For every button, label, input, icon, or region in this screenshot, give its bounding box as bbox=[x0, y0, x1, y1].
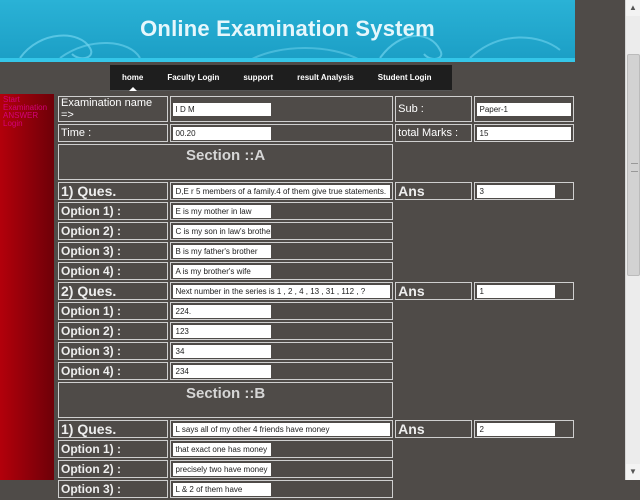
sidebar-link-login[interactable]: Login bbox=[3, 120, 51, 128]
table-row: 1) Ques. L says all of my other 4 friend… bbox=[58, 420, 574, 438]
table-row: Examination name => I D M Sub : Paper-1 bbox=[58, 96, 574, 122]
question-text-field[interactable]: Next number in the series is 1 , 2 , 4 ,… bbox=[172, 284, 391, 298]
nav-support[interactable]: support bbox=[231, 73, 285, 82]
table-row: Section ::B bbox=[58, 382, 574, 418]
time-field[interactable]: 00.20 bbox=[172, 126, 271, 140]
main-nav: home Faculty Login support result Analys… bbox=[110, 65, 452, 91]
option-label: Option 3) : bbox=[58, 342, 168, 360]
site-header: Online Examination System bbox=[0, 0, 575, 62]
answer-field[interactable]: 2 bbox=[476, 422, 555, 436]
total-marks-label: total Marks : bbox=[395, 124, 472, 142]
answer-field[interactable]: 3 bbox=[476, 184, 555, 198]
answer-field[interactable]: 1 bbox=[476, 284, 555, 298]
subject-field[interactable]: Paper-1 bbox=[476, 102, 571, 116]
table-row: 1) Ques. D,E r 5 members of a family.4 o… bbox=[58, 182, 574, 200]
option-field[interactable]: that exact one has money bbox=[172, 442, 271, 456]
answer-label: Ans bbox=[395, 182, 472, 200]
option-label: Option 2) : bbox=[58, 322, 168, 340]
option-field[interactable]: B is my father's brother bbox=[172, 244, 271, 258]
answer-label: Ans bbox=[395, 282, 472, 300]
time-label: Time : bbox=[58, 124, 168, 142]
left-sidebar: Start Examination ANSWER Login bbox=[0, 94, 54, 480]
option-field[interactable]: precisely two have money bbox=[172, 462, 271, 476]
option-field[interactable]: 224. bbox=[172, 304, 271, 318]
nav-faculty-login[interactable]: Faculty Login bbox=[155, 73, 231, 82]
answer-label: Ans bbox=[395, 420, 472, 438]
table-row: Option 1) : 224. bbox=[58, 302, 574, 320]
table-row: 2) Ques. Next number in the series is 1 … bbox=[58, 282, 574, 300]
question-text-field[interactable]: D,E r 5 members of a family.4 of them gi… bbox=[172, 184, 391, 198]
table-row: Option 1) : that exact one has money bbox=[58, 440, 574, 458]
nav-home[interactable]: home bbox=[110, 73, 155, 91]
table-row: Option 1) : E is my mother in law bbox=[58, 202, 574, 220]
header-gap bbox=[575, 0, 625, 62]
question-label: 1) Ques. bbox=[58, 420, 168, 438]
option-field[interactable]: 234 bbox=[172, 364, 271, 378]
header-band bbox=[0, 58, 575, 62]
option-field[interactable]: 34 bbox=[172, 344, 271, 358]
scroll-down-icon[interactable]: ▼ bbox=[626, 464, 640, 480]
option-field[interactable]: A is my brother's wife bbox=[172, 264, 271, 278]
exam-table: Examination name => I D M Sub : Paper-1 … bbox=[56, 94, 576, 500]
option-field[interactable]: E is my mother in law bbox=[172, 204, 271, 218]
table-row: Time : 00.20 total Marks : 15 bbox=[58, 124, 574, 142]
option-field[interactable]: L & 2 of them have bbox=[172, 482, 271, 496]
option-label: Option 1) : bbox=[58, 302, 168, 320]
scroll-thumb[interactable] bbox=[627, 54, 640, 276]
option-label: Option 2) : bbox=[58, 460, 168, 478]
option-label: Option 3) : bbox=[58, 242, 168, 260]
section-a-title: Section ::A bbox=[58, 144, 394, 180]
option-label: Option 4) : bbox=[58, 262, 168, 280]
scroll-up-icon[interactable]: ▲ bbox=[626, 0, 640, 16]
table-row: Section ::A bbox=[58, 144, 574, 180]
option-label: Option 3) : bbox=[58, 480, 168, 498]
option-label: Option 4) : bbox=[58, 362, 168, 380]
exam-name-field[interactable]: I D M bbox=[172, 102, 271, 116]
scroll-grip-icon bbox=[631, 163, 638, 172]
exam-name-label: Examination name => bbox=[58, 96, 168, 122]
nav-result-analysis[interactable]: result Analysis bbox=[285, 73, 366, 82]
option-field[interactable]: 123 bbox=[172, 324, 271, 338]
section-b-title: Section ::B bbox=[58, 382, 394, 418]
question-text-field[interactable]: L says all of my other 4 friends have mo… bbox=[172, 422, 391, 436]
nav-student-login[interactable]: Student Login bbox=[366, 73, 444, 82]
total-marks-field[interactable]: 15 bbox=[476, 126, 571, 140]
option-field[interactable]: C is my son in law's brother bbox=[172, 224, 271, 238]
option-label: Option 1) : bbox=[58, 202, 168, 220]
site-title: Online Examination System bbox=[140, 16, 435, 41]
question-label: 1) Ques. bbox=[58, 182, 168, 200]
question-label: 2) Ques. bbox=[58, 282, 168, 300]
option-label: Option 1) : bbox=[58, 440, 168, 458]
vertical-scrollbar[interactable]: ▲ ▼ bbox=[625, 0, 640, 480]
option-label: Option 2) : bbox=[58, 222, 168, 240]
subject-label: Sub : bbox=[395, 96, 472, 122]
